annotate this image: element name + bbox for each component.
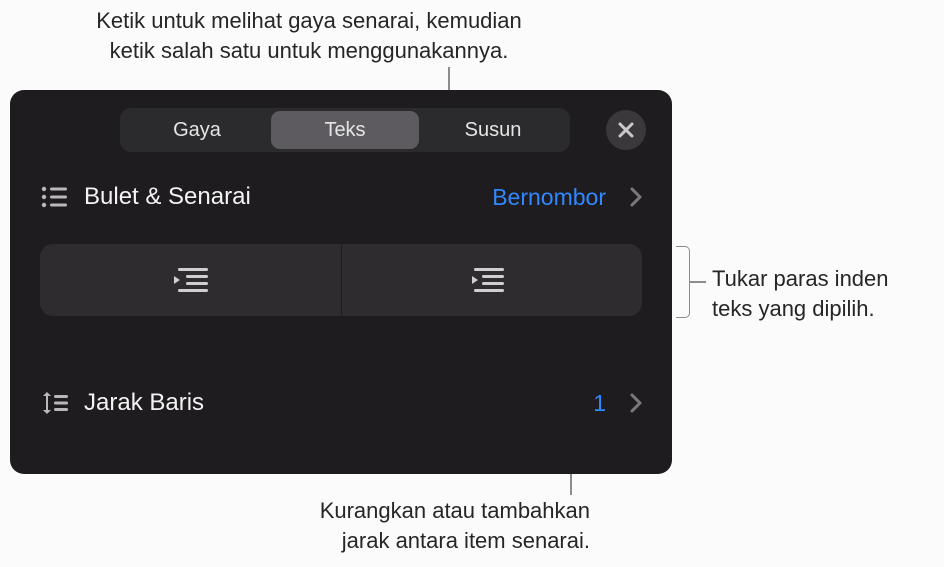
indent-icon [470, 265, 514, 295]
tab-text[interactable]: Teks [271, 111, 419, 149]
callout-text: jarak antara item senarai. [342, 528, 590, 553]
tab-arrange[interactable]: Susun [419, 111, 567, 149]
line-spacing-row[interactable]: Jarak Baris 1 [40, 388, 642, 418]
callout-line-spacing: Kurangkan atau tambahkan jarak antara it… [210, 496, 590, 555]
bullets-lists-row[interactable]: Bulet & Senarai Bernombor [40, 182, 642, 212]
line-spacing-icon [40, 388, 70, 418]
callout-bracket [676, 246, 690, 318]
callout-text: Tukar paras inden [712, 266, 889, 291]
close-button[interactable] [606, 110, 646, 150]
outdent-button[interactable] [40, 244, 341, 316]
callout-line [690, 281, 706, 283]
callout-text: Ketik untuk melihat gaya senarai, kemudi… [96, 8, 522, 33]
bullets-lists-value: Bernombor [492, 184, 606, 211]
indent-button-group [40, 244, 642, 316]
indent-button[interactable] [341, 244, 643, 316]
callout-text: ketik salah satu untuk menggunakannya. [110, 38, 509, 63]
callout-indent: Tukar paras inden teks yang dipilih. [712, 264, 942, 323]
outdent-icon [168, 265, 212, 295]
chevron-right-icon [630, 393, 642, 413]
line-spacing-label: Jarak Baris [84, 389, 579, 417]
format-segmented-control: Gaya Teks Susun [120, 108, 570, 152]
text-formatting-panel: Gaya Teks Susun Bulet & Senarai Bernombo… [10, 90, 672, 474]
line-spacing-value: 1 [593, 390, 606, 417]
chevron-right-icon [630, 187, 642, 207]
tab-style[interactable]: Gaya [123, 111, 271, 149]
callout-text: teks yang dipilih. [712, 296, 875, 321]
close-icon [618, 122, 634, 138]
callout-list-style: Ketik untuk melihat gaya senarai, kemudi… [44, 6, 574, 65]
bullet-list-icon [40, 182, 70, 212]
callout-text: Kurangkan atau tambahkan [320, 498, 590, 523]
bullets-lists-label: Bulet & Senarai [84, 183, 478, 211]
